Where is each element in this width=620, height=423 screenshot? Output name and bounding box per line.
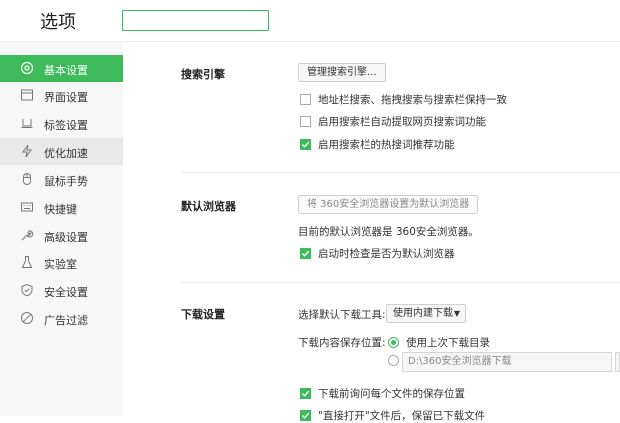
sidebar-item-label: 安全设置 (44, 286, 88, 299)
tab-icon (21, 119, 33, 128)
default-browser-status: 目前的默认浏览器是 360安全浏览器。 (298, 226, 479, 238)
radio[interactable] (388, 355, 399, 366)
check-default-option[interactable]: 启动时检查是否为默认浏览器 (300, 246, 455, 261)
sidebar-item-label: 实验室 (44, 258, 77, 271)
gear-icon (20, 61, 34, 75)
block-icon (21, 312, 33, 324)
select-value: 使用内建下载 (393, 308, 453, 319)
checkbox-label: 启动时检查是否为默认浏览器 (318, 248, 455, 260)
sidebar-item-label: 界面设置 (44, 91, 88, 104)
sidebar-item-basic-settings[interactable]: 基本设置 (0, 55, 123, 82)
checkbox-label: 地址栏搜索、拖拽搜索与搜索栏保持一致 (318, 94, 507, 106)
dropdown-arrow-icon: ▼ (453, 309, 460, 318)
lightning-icon (22, 144, 32, 158)
sidebar-item-mouse-gesture[interactable]: 鼠标手势 (0, 166, 123, 193)
sidebar-item-ui-settings[interactable]: 界面设置 (0, 82, 123, 109)
sidebar: 基本设置 界面设置 标签设置 优化加速 鼠标手势 快捷键 高级设置 实验室 安全… (0, 42, 123, 416)
mouse-icon (23, 173, 31, 185)
sidebar-item-optimize[interactable]: 优化加速 (0, 138, 123, 165)
sidebar-item-shortcuts[interactable]: 快捷键 (0, 194, 123, 221)
sidebar-item-label: 高级设置 (44, 231, 88, 244)
page-title: 选项 (40, 12, 76, 33)
sidebar-item-label: 快捷键 (44, 203, 77, 216)
download-path-input[interactable]: D:\360安全浏览器下载 (402, 352, 612, 372)
check-icon (301, 390, 310, 397)
window-icon (21, 89, 33, 101)
sidebar-item-tab-settings[interactable]: 标签设置 (0, 110, 123, 137)
checkbox-checked[interactable] (300, 388, 311, 399)
search-input[interactable] (122, 10, 269, 31)
sidebar-item-label: 广告过滤 (44, 314, 88, 327)
default-browser-title: 默认浏览器 (181, 200, 236, 213)
set-default-browser-button[interactable]: 将 360安全浏览器设置为默认浏览器 (298, 195, 479, 214)
sidebar-item-label: 优化加速 (44, 147, 88, 160)
checkbox-checked[interactable] (300, 248, 311, 259)
download-tool-select[interactable]: 使用内建下载 ▼ (386, 304, 466, 323)
checkbox[interactable] (300, 116, 311, 127)
sidebar-item-ad-filter[interactable]: 广告过滤 (0, 305, 123, 332)
checkbox-label: 启用搜索栏的热搜词推荐功能 (318, 139, 455, 151)
settings-content: 搜索引擎 管理搜索引擎... 地址栏搜索、拖拽搜索与搜索栏保持一致 启用搜索栏自… (123, 42, 620, 422)
top-bar: 选项 (0, 0, 620, 42)
browse-button[interactable] (615, 352, 620, 372)
section-divider (181, 172, 620, 173)
flask-icon (21, 256, 33, 268)
radio-checked[interactable] (388, 337, 399, 348)
checkbox-label: 下载前询问每个文件的保存位置 (318, 388, 465, 400)
hot-words-option[interactable]: 启用搜索栏的热搜词推荐功能 (300, 137, 455, 152)
checkbox[interactable] (300, 94, 311, 105)
sidebar-item-label: 基本设置 (44, 64, 88, 77)
auto-extract-option[interactable]: 启用搜索栏自动提取网页搜索词功能 (300, 114, 486, 129)
sidebar-item-label: 鼠标手势 (44, 175, 88, 188)
sidebar-item-security[interactable]: 安全设置 (0, 277, 123, 304)
check-icon (301, 250, 310, 257)
shield-icon (21, 283, 33, 297)
radio-label: 使用上次下载目录 (406, 337, 490, 349)
wrench-icon (21, 230, 34, 241)
last-dir-option[interactable]: 使用上次下载目录 (388, 335, 490, 350)
check-icon (301, 141, 310, 148)
ask-location-option[interactable]: 下载前询问每个文件的保存位置 (300, 386, 465, 401)
save-location-label: 下载内容保存位置: (298, 337, 386, 349)
keyboard-icon (21, 202, 33, 212)
sync-search-option[interactable]: 地址栏搜索、拖拽搜索与搜索栏保持一致 (300, 92, 507, 107)
download-tool-label: 选择默认下载工具: (298, 309, 386, 321)
section-divider (181, 282, 620, 283)
manage-search-engines-button[interactable]: 管理搜索引擎... (298, 63, 386, 82)
search-engine-title: 搜索引擎 (181, 68, 225, 81)
download-title: 下载设置 (181, 308, 225, 321)
sidebar-item-advanced[interactable]: 高级设置 (0, 222, 123, 249)
checkbox-label: 启用搜索栏自动提取网页搜索词功能 (318, 116, 486, 128)
checkbox-checked[interactable] (300, 139, 311, 150)
sidebar-item-label: 标签设置 (44, 119, 88, 132)
sidebar-item-lab[interactable]: 实验室 (0, 249, 123, 276)
